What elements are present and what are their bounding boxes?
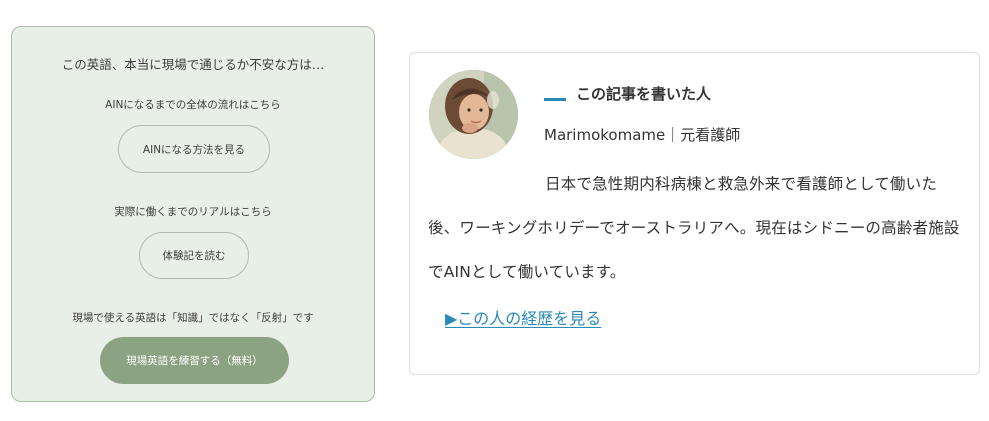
title-accent-bar bbox=[544, 98, 566, 101]
how-to-become-ain-button[interactable]: AINになる方法を見る bbox=[118, 125, 270, 173]
cta-heading: この英語、本当に現場で通じるか不安な方は… bbox=[61, 57, 325, 72]
author-profile-link[interactable]: ▶この人の経歴を見る bbox=[445, 305, 601, 329]
author-card: この記事を書いた人 Marimokomame｜元看護師 日本で急性期内科病棟と救… bbox=[409, 52, 980, 375]
practice-label: 現場で使える英語は「知識」ではなく「反射」です bbox=[72, 312, 314, 324]
author-section-title-text: この記事を書いた人 bbox=[576, 85, 712, 103]
author-photo bbox=[429, 70, 518, 159]
cta-card: この英語、本当に現場で通じるか不安な方は… AINになるまでの全体の流れはこちら… bbox=[11, 26, 375, 402]
practice-english-button[interactable]: 現場英語を練習する（無料） bbox=[100, 337, 289, 384]
author-name: Marimokomame｜元看護師 bbox=[544, 126, 741, 144]
avatar bbox=[429, 70, 518, 159]
author-bio: 日本で急性期内科病棟と救急外来で看護師として働いた後、ワーキングホリデーでオース… bbox=[428, 175, 960, 281]
author-section-title: この記事を書いた人 bbox=[544, 83, 711, 104]
flow-label: AINになるまでの全体の流れはこちら bbox=[105, 99, 281, 111]
experience-label: 実際に働くまでのリアルはこちら bbox=[114, 206, 272, 218]
read-experience-button[interactable]: 体験記を読む bbox=[139, 232, 249, 279]
